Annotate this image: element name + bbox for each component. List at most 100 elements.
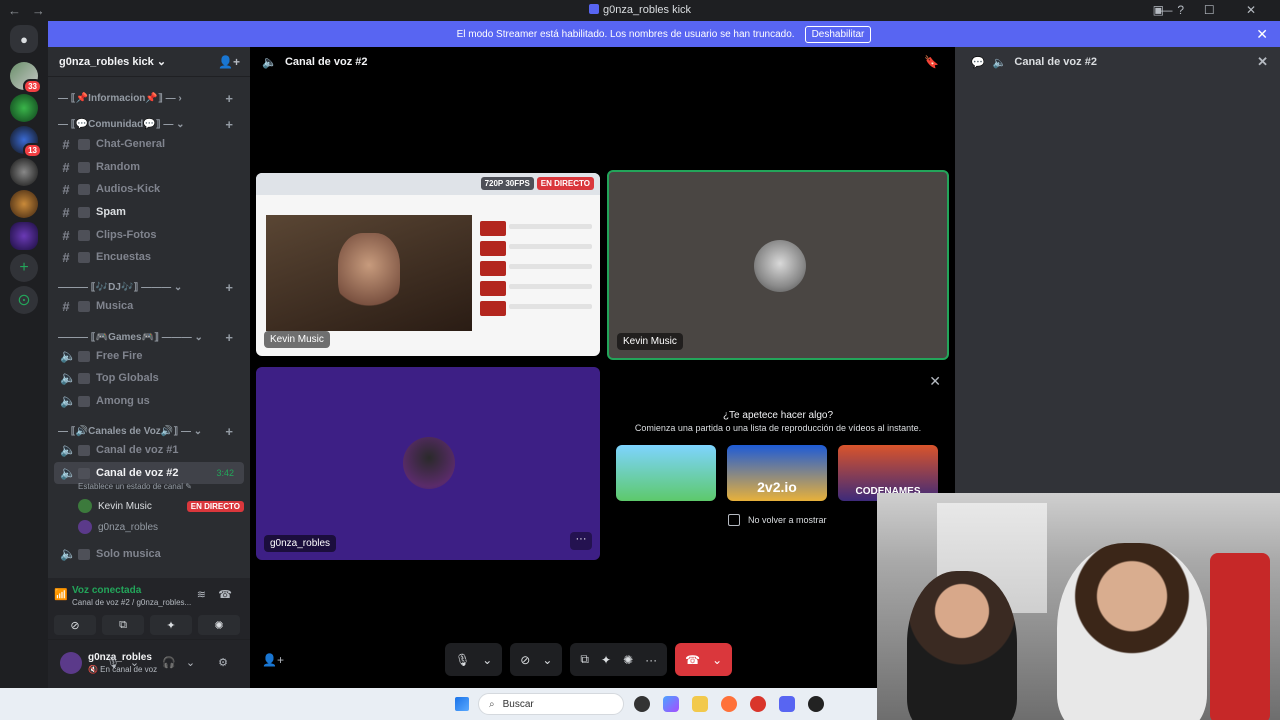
category-comunidad[interactable]: — ⟦💬Comunidad💬⟧ — ⌄ +	[58, 117, 243, 132]
category-dj[interactable]: ——— ⟦🎶DJ🎶⟧ ——— ⌄ +	[58, 280, 243, 295]
chevron-down-icon[interactable]: ⌄	[542, 653, 552, 667]
voice-channel-path[interactable]: Canal de voz #2 / g0nza_robles...	[72, 598, 191, 607]
discord-icon[interactable]	[779, 696, 795, 712]
add-channel-icon[interactable]: +	[225, 280, 233, 295]
direct-messages-button[interactable]: ●	[10, 25, 38, 53]
window-controls[interactable]: — ☐ ✕	[1161, 3, 1270, 17]
firefox-icon[interactable]	[721, 696, 737, 712]
channel-top-globals[interactable]: 🔈 Top Globals	[54, 367, 244, 389]
list-item	[480, 301, 592, 318]
checkbox-box[interactable]	[728, 514, 740, 526]
window-title: g0nza_robles kick	[0, 4, 1280, 16]
invite-icon[interactable]: 👤+	[218, 55, 240, 69]
more-options-button[interactable]: ···	[570, 532, 592, 550]
channel-canal-de-voz-1[interactable]: 🔈 Canal de voz #1	[54, 439, 244, 461]
activity-card[interactable]	[616, 445, 716, 501]
server-icon[interactable]	[10, 94, 38, 122]
user-panel: g0nza_robles 🔇 En canal de voz 🎙⌄ 🎧⌄ ⚙	[48, 640, 250, 688]
soundboard-icon[interactable]: ✺	[623, 653, 633, 667]
avatar[interactable]	[60, 652, 82, 674]
add-channel-icon[interactable]: +	[225, 117, 233, 132]
user-controls[interactable]: 🎙⌄ 🎧⌄ ⚙	[106, 656, 238, 669]
category-canales-de-voz[interactable]: — ⟦🔊Canales de Voz🔊⟧ — ⌄ +	[58, 424, 243, 439]
add-channel-icon[interactable]: +	[225, 91, 233, 106]
channel-clips-fotos[interactable]: # Clips-Fotos	[54, 224, 244, 246]
channel-among-us[interactable]: 🔈 Among us	[54, 390, 244, 412]
add-channel-icon[interactable]: +	[225, 330, 233, 345]
start-icon[interactable]	[455, 697, 469, 711]
voice-user-gonza[interactable]: g0nza_robles	[78, 517, 244, 537]
emoji-icon	[78, 548, 90, 560]
activity-card[interactable]: 2v2.io	[727, 445, 827, 501]
noise-suppression-icon[interactable]: ≋	[197, 588, 206, 601]
disable-streamer-button[interactable]: Deshabilitar	[804, 25, 872, 43]
server-icon[interactable]: 33	[10, 62, 42, 94]
disconnect-button[interactable]: ☎ ⌄	[675, 643, 733, 676]
channel-audios-kick[interactable]: # Audios-Kick	[54, 178, 244, 200]
add-people-icon[interactable]: 👤+	[262, 653, 284, 667]
close-icon[interactable]: ✕	[1256, 26, 1268, 43]
bookmark-icon[interactable]: 🔖	[924, 55, 939, 69]
signal-icon[interactable]: 📶	[54, 588, 68, 601]
channel-encuestas[interactable]: # Encuestas	[54, 246, 244, 268]
speaker-icon: 🔈	[60, 546, 77, 561]
emoji-icon	[78, 206, 90, 218]
app-icon[interactable]	[808, 696, 824, 712]
add-server-icon[interactable]: +	[10, 254, 38, 282]
channel-status-hint[interactable]: Establece un estado de canal ✎	[78, 482, 192, 491]
playlist-panel	[480, 221, 592, 331]
app-icon[interactable]	[634, 696, 650, 712]
channel-musica[interactable]: # Musica	[54, 295, 244, 317]
category-games[interactable]: ——— ⟦🎮Games🎮⟧ ——— ⌄ +	[58, 330, 243, 345]
participant-tile[interactable]: Kevin Music	[607, 170, 949, 360]
soundboard-button[interactable]: ✺	[198, 615, 240, 635]
mic-control[interactable]: 🎙 ⌄	[445, 643, 503, 676]
channel-chat-general[interactable]: # Chat-General	[54, 133, 244, 155]
channel-free-fire[interactable]: 🔈 Free Fire	[54, 345, 244, 367]
extra-controls: ⧉ ✦ ✺ ···	[570, 643, 668, 676]
server-icon[interactable]: 13	[10, 126, 42, 158]
hangup-icon[interactable]: ☎	[685, 653, 700, 667]
channel-spam[interactable]: # Spam	[54, 201, 244, 223]
app-icon[interactable]	[750, 696, 766, 712]
add-channel-icon[interactable]: +	[225, 424, 233, 439]
voice-connected-label: Voz conectada	[72, 585, 142, 596]
stream-tile[interactable]: 720P 30FPS EN DIRECTO Kevin Music	[256, 173, 600, 356]
close-icon[interactable]: ✕	[1257, 54, 1268, 70]
guild-header[interactable]: g0nza_robles kick ⌄ 👤+	[48, 47, 250, 77]
taskbar-search[interactable]: ⌕ Buscar	[478, 693, 624, 715]
server-icon[interactable]	[10, 158, 38, 186]
microphone-icon[interactable]: 🎙	[455, 653, 470, 667]
dont-show-again-checkbox[interactable]: No volver a mostrar	[728, 514, 827, 526]
folder-icon[interactable]	[692, 696, 708, 712]
explore-servers-icon[interactable]: ⊙	[10, 286, 38, 314]
participant-tile[interactable]: g0nza_robles ···	[256, 367, 600, 560]
channel-random[interactable]: # Random	[54, 156, 244, 178]
category-informacion[interactable]: — ⟦📌Informacion📌⟧ — › +	[58, 91, 243, 106]
server-badge: 13	[23, 143, 42, 158]
voice-user-kevin[interactable]: Kevin Music EN DIRECTO	[78, 496, 244, 516]
camera-control[interactable]: ⊘ ⌄	[510, 643, 563, 676]
activity-icon[interactable]: ✦	[601, 653, 611, 667]
screen-share-icon[interactable]: ⧉	[580, 652, 589, 667]
server-icon[interactable]	[10, 190, 38, 218]
close-icon[interactable]: ✕	[929, 373, 941, 390]
server-icon-active[interactable]	[10, 222, 38, 250]
list-item	[480, 261, 592, 278]
video-thumbnail	[266, 215, 472, 331]
streamer-mode-banner: El modo Streamer está habilitado. Los no…	[48, 21, 1280, 47]
camera-off-icon[interactable]: ⊘	[520, 653, 530, 667]
speaker-icon: 🔈	[60, 393, 77, 408]
channel-canal-de-voz-2[interactable]: 🔈 Canal de voz #2 3:42	[54, 462, 244, 484]
activity-button[interactable]: ✦	[150, 615, 192, 635]
channel-solo-musica[interactable]: 🔈 Solo musica	[54, 543, 244, 565]
chevron-down-icon[interactable]: ⌄	[482, 653, 492, 667]
camera-off-button[interactable]: ⊘	[54, 615, 96, 635]
disconnect-icon[interactable]: ☎	[218, 588, 232, 601]
more-icon[interactable]: ···	[645, 653, 657, 667]
app-icon[interactable]	[663, 696, 679, 712]
live-badge: EN DIRECTO	[186, 500, 244, 512]
emoji-icon	[78, 350, 90, 362]
chevron-down-icon[interactable]: ⌄	[712, 653, 722, 667]
screen-share-button[interactable]: ⧉	[102, 615, 144, 635]
